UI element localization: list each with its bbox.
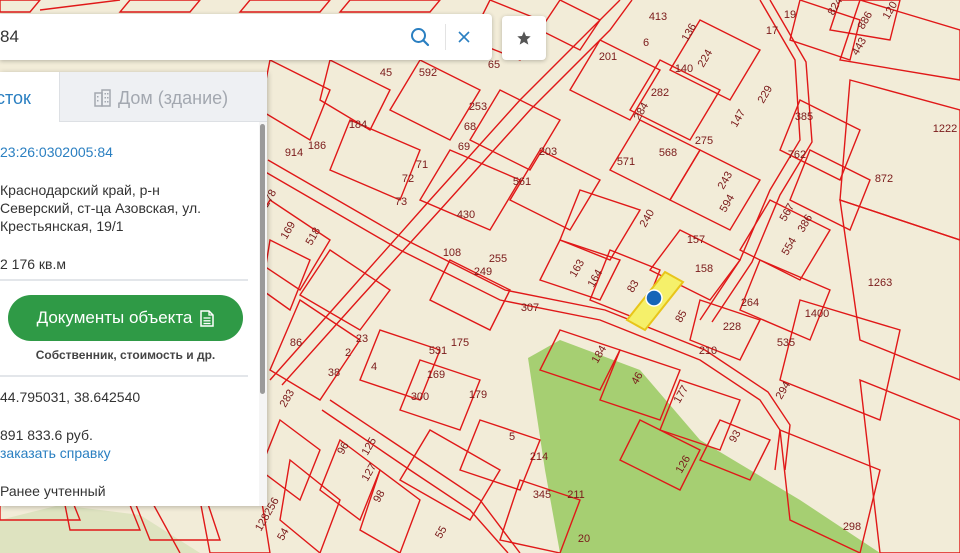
plot-label: 108 <box>443 247 461 259</box>
plot-label: 69 <box>458 141 470 153</box>
plot-label: 275 <box>695 135 713 147</box>
plot-label: 5 <box>509 431 515 443</box>
document-icon <box>200 309 215 327</box>
panel-tabs: сток Дом (здание) <box>0 72 267 122</box>
plot-label: 6 <box>643 37 649 49</box>
plot-label: 1400 <box>805 308 829 320</box>
star-icon <box>517 31 531 45</box>
plot-label: 228 <box>723 321 741 333</box>
address-line-3: Крестьянская, 19/1 <box>0 218 124 234</box>
plot-label: 19 <box>784 9 796 21</box>
plot-label: 184 <box>349 119 367 131</box>
plot-label: 186 <box>308 140 326 152</box>
plot-label: 201 <box>599 51 617 63</box>
search-divider <box>445 24 446 50</box>
address-line-1: Краснодарский край, р-н <box>0 182 160 198</box>
plot-label: 430 <box>457 209 475 221</box>
plot-label: 298 <box>843 521 861 533</box>
search-icon[interactable] <box>408 25 432 49</box>
plot-label: 300 <box>411 391 429 403</box>
search-input[interactable] <box>0 14 390 60</box>
search-bar <box>0 14 492 60</box>
tab-building[interactable]: Дом (здание) <box>59 72 267 122</box>
close-icon[interactable] <box>452 25 476 49</box>
plot-label: 762 <box>788 149 806 161</box>
plot-label: 211 <box>567 489 585 501</box>
area-value: 2 176 кв.м <box>0 256 67 272</box>
plot-label: 169 <box>427 369 445 381</box>
plot-label: 158 <box>695 263 713 275</box>
plot-label: 179 <box>469 389 487 401</box>
plot-label: 535 <box>777 337 795 349</box>
plot-label: 1222 <box>933 123 957 135</box>
coordinates-value: 44.795031, 38.642540 <box>0 389 141 405</box>
documents-button[interactable]: Документы объекта <box>8 295 243 341</box>
documents-subtitle: Собственник, стоимость и др. <box>35 348 216 362</box>
plot-label: 249 <box>474 266 492 278</box>
status-value: Ранее учтенный <box>0 483 106 499</box>
favorite-button[interactable] <box>502 16 546 60</box>
plot-label: 214 <box>530 451 548 463</box>
plot-label: 571 <box>617 156 635 168</box>
plot-label: 72 <box>402 173 414 185</box>
plot-label: 86 <box>290 337 302 349</box>
cadastral-number-link[interactable]: 23:26:0302005:84 <box>0 144 113 160</box>
plot-label: 264 <box>741 297 759 309</box>
plot-label: 914 <box>285 147 303 159</box>
plot-label: 531 <box>429 345 447 357</box>
plot-label: 17 <box>766 25 778 37</box>
address-line-2: Северский, ст-ца Азовская, ул. <box>0 200 202 216</box>
plot-label: 592 <box>419 67 437 79</box>
plot-label: 253 <box>469 101 487 113</box>
plot-label: 23 <box>356 333 368 345</box>
plot-label: 210 <box>699 345 717 357</box>
plot-label: 157 <box>687 234 705 246</box>
plot-label: 140 <box>675 63 693 75</box>
tab-parcel[interactable]: сток <box>0 72 59 122</box>
plot-label: 73 <box>395 196 407 208</box>
divider <box>0 279 248 281</box>
plot-label: 255 <box>489 253 507 265</box>
cadastral-cost-value: 891 833.6 руб. <box>0 427 93 443</box>
plot-label: 71 <box>416 159 428 171</box>
plot-label: 568 <box>659 147 677 159</box>
plot-label: 345 <box>533 489 551 501</box>
documents-button-label: Документы объекта <box>36 308 193 327</box>
plot-label: 4 <box>371 361 377 373</box>
plot-label: 45 <box>380 67 392 79</box>
object-info-panel: сток Дом (здание) 23:26:0302005:84 Красн… <box>0 72 267 506</box>
plot-label: 20 <box>578 533 590 545</box>
location-marker[interactable] <box>645 289 663 307</box>
order-certificate-link[interactable]: заказать справку <box>0 445 111 461</box>
plot-label: 175 <box>451 337 469 349</box>
plot-label: 385 <box>795 111 813 123</box>
plot-label: 1263 <box>868 277 892 289</box>
plot-label: 2 <box>345 347 351 359</box>
plot-label: 203 <box>539 146 557 158</box>
plot-label: 65 <box>488 59 500 71</box>
plot-label: 561 <box>513 176 531 188</box>
building-icon <box>94 89 111 107</box>
panel-scrollbar-thumb[interactable] <box>260 124 265 394</box>
plot-label: 282 <box>651 87 669 99</box>
plot-label: 307 <box>521 302 539 314</box>
divider <box>0 375 248 377</box>
plot-label: 38 <box>328 367 340 379</box>
plot-label: 68 <box>464 121 476 133</box>
plot-label: 872 <box>875 173 893 185</box>
plot-label: 413 <box>649 11 667 23</box>
